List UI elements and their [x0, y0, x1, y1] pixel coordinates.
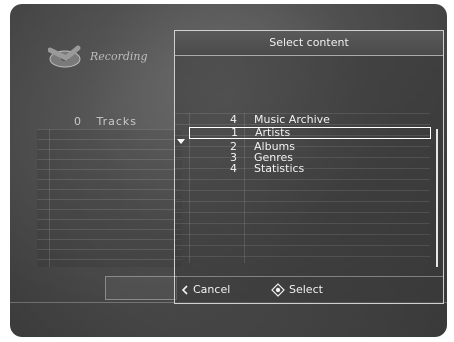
select-diamond-icon [271, 283, 285, 297]
chevron-left-icon [181, 285, 188, 295]
select-content-dialog: Select content 4 Music Archive 1 Artists… [174, 30, 444, 304]
header-count: 4 [230, 113, 237, 126]
list-header-row: 4 Music Archive [189, 114, 429, 126]
cd-icon [48, 45, 81, 68]
dialog-title: Select content [175, 31, 443, 56]
select-button[interactable]: Select [271, 282, 323, 298]
item-number: 1 [231, 126, 238, 139]
cancel-label: Cancel [193, 283, 231, 296]
item-number: 4 [230, 162, 237, 175]
header-name: Music Archive [254, 113, 330, 126]
list-item-artists[interactable]: 1 Artists [189, 127, 431, 139]
background-button [105, 276, 177, 300]
select-label: Select [289, 283, 323, 296]
item-name: Artists [255, 126, 291, 139]
tracks-label: Tracks [96, 115, 138, 128]
cancel-button[interactable]: Cancel [181, 282, 230, 298]
dropdown-arrow-icon [177, 139, 185, 144]
footer-divider [175, 276, 443, 277]
tracks-count: 0 [74, 115, 82, 128]
tracks-summary: 0 Tracks [74, 115, 137, 128]
background-track-list [37, 129, 182, 267]
item-name: Statistics [254, 162, 305, 175]
list-item-statistics[interactable]: 4 Statistics [189, 163, 429, 175]
recording-label: Recording [90, 50, 148, 63]
tv-screen: Recording 0 Tracks Select content 4 Musi… [10, 4, 447, 337]
scrollbar[interactable] [436, 129, 438, 267]
